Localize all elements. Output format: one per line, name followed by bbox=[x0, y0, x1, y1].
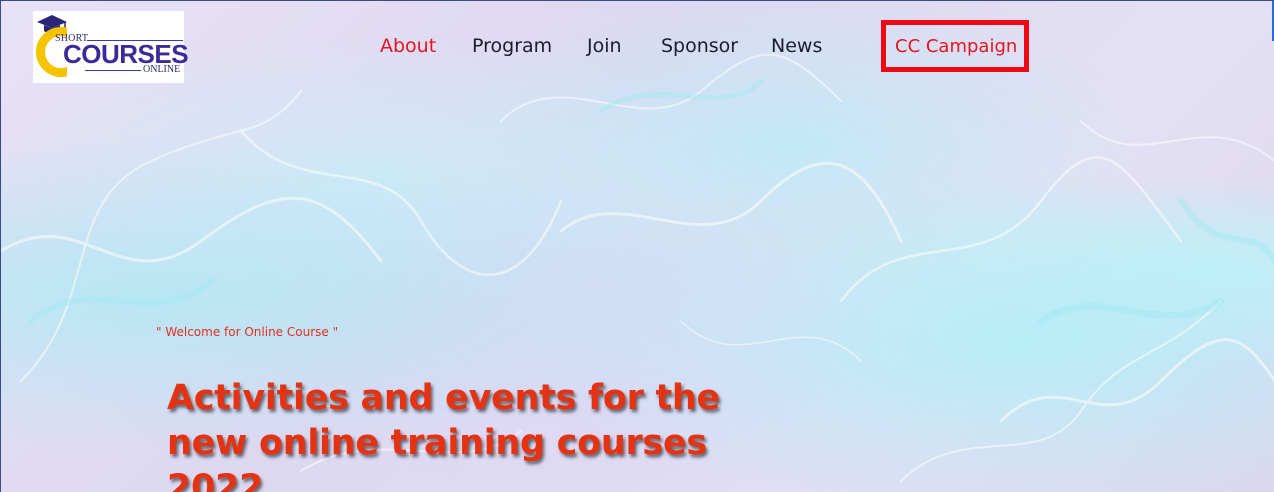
hero-headline: Activities and events for the new online… bbox=[167, 378, 720, 492]
welcome-tagline: " Welcome for Online Course " bbox=[156, 325, 339, 339]
main-nav: About Program Join Sponsor News CC Campa… bbox=[1, 1, 1274, 93]
cc-campaign-button[interactable]: CC Campaign bbox=[881, 20, 1029, 72]
nav-item-news[interactable]: News bbox=[771, 35, 822, 57]
nav-item-sponsor[interactable]: Sponsor bbox=[661, 35, 738, 57]
nav-item-program[interactable]: Program bbox=[472, 35, 552, 57]
cc-campaign-label: CC Campaign bbox=[895, 36, 1018, 57]
nav-item-about[interactable]: About bbox=[380, 35, 436, 57]
page: SHORT COURSES ONLINE About Program Join … bbox=[0, 0, 1274, 492]
nav-item-join[interactable]: Join bbox=[587, 35, 622, 57]
